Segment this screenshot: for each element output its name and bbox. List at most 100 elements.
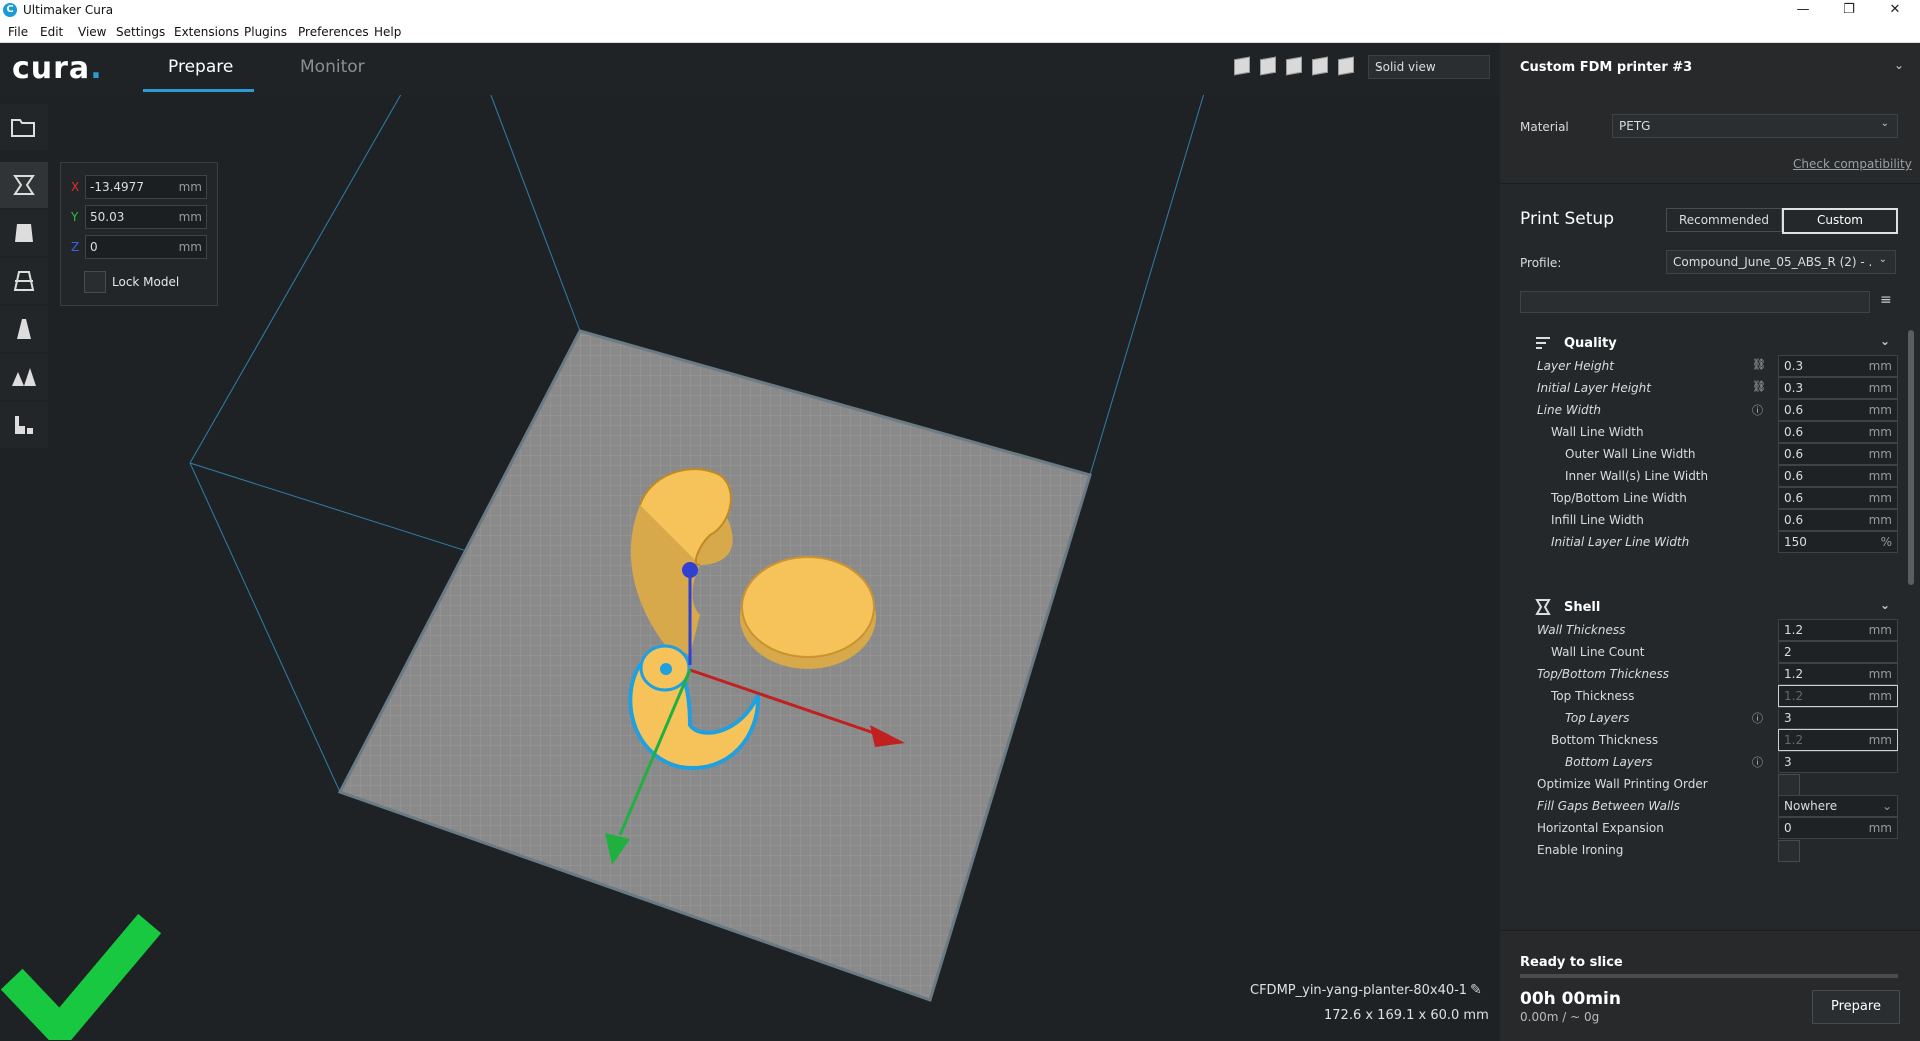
minimize-button[interactable]: —: [1780, 0, 1826, 20]
setting-input[interactable]: 1.2 mm: [1778, 729, 1898, 751]
setting-input[interactable]: 0.6 mm: [1778, 509, 1898, 531]
z-position-input[interactable]: 0 mm: [85, 235, 207, 259]
setting-input[interactable]: 3: [1778, 751, 1898, 773]
maximize-button[interactable]: ❐: [1826, 0, 1872, 20]
chevron-down-icon: ⌄: [1879, 598, 1890, 612]
title-bar: C Ultimaker Cura — ❐ ✕: [0, 0, 1920, 20]
front-view-icon[interactable]: [1260, 56, 1276, 76]
setting-label: Top Layers: [1565, 711, 1630, 725]
per-model-settings-icon: [12, 368, 36, 386]
setting-input[interactable]: 3: [1778, 707, 1898, 729]
link-icon[interactable]: ⛓: [1752, 358, 1766, 372]
setting-row: Top Thickness 1.2 mm: [1520, 685, 1900, 707]
setting-input[interactable]: 0.6 mm: [1778, 487, 1898, 509]
3d-view-icon[interactable]: [1234, 56, 1250, 76]
open-file-button[interactable]: [0, 104, 48, 150]
material-select[interactable]: PETG ⌄: [1612, 114, 1898, 138]
view-mode-select[interactable]: Solid view ⌄: [1368, 55, 1490, 79]
edit-name-icon[interactable]: ✎: [1470, 982, 1482, 998]
scale-tool-button[interactable]: [0, 210, 48, 256]
chevron-down-icon: ⌄: [1879, 334, 1890, 348]
check-compatibility-link[interactable]: Check compatibility: [1793, 157, 1912, 171]
link-icon[interactable]: ⛓: [1752, 380, 1766, 394]
tab-prepare[interactable]: Prepare: [168, 57, 233, 77]
open-file-icon: [11, 119, 35, 137]
mirror-tool-button[interactable]: [0, 306, 48, 352]
profile-select[interactable]: Compound_June_05_ABS_R (2) - ... ⌄: [1666, 250, 1896, 274]
model-disk[interactable]: [740, 556, 876, 669]
printer-name[interactable]: Custom FDM printer #3: [1520, 60, 1692, 75]
right-view-icon[interactable]: [1338, 56, 1354, 76]
info-icon[interactable]: ⓘ: [1752, 754, 1766, 769]
tab-monitor[interactable]: Monitor: [300, 57, 365, 77]
setting-input[interactable]: 0.6 mm: [1778, 399, 1898, 421]
menu-plugins[interactable]: Plugins: [244, 25, 287, 39]
setting-label: Layer Height: [1537, 359, 1614, 373]
menu-extensions[interactable]: Extensions: [174, 25, 239, 39]
setting-input[interactable]: 150%: [1778, 531, 1898, 553]
setting-checkbox[interactable]: [1778, 840, 1800, 862]
setting-input[interactable]: 2: [1778, 641, 1898, 663]
setting-input[interactable]: 0 mm: [1778, 817, 1898, 839]
success-checkmark-icon: [0, 913, 162, 1040]
prepare-button[interactable]: Prepare: [1812, 990, 1900, 1024]
setting-label: Enable Ironing: [1537, 843, 1624, 857]
info-icon[interactable]: ⓘ: [1752, 402, 1766, 417]
per-model-settings-button[interactable]: [0, 354, 48, 400]
setting-row: Bottom Thickness 1.2 mm: [1520, 729, 1900, 751]
menu-settings[interactable]: Settings: [116, 25, 165, 39]
support-blocker-icon: [15, 416, 33, 434]
top-view-icon[interactable]: [1286, 56, 1302, 76]
build-plate: [337, 329, 1092, 1002]
left-view-icon[interactable]: [1312, 56, 1328, 76]
setting-input[interactable]: 0.3 mm: [1778, 377, 1898, 399]
lock-model-checkbox[interactable]: [84, 271, 106, 293]
object-name: CFDMP_yin-yang-planter-80x40-1: [1250, 983, 1468, 998]
settings-search-input[interactable]: [1520, 291, 1870, 313]
menu-edit[interactable]: Edit: [40, 25, 63, 39]
setting-row: Wall Line Width 0.6 mm: [1520, 421, 1900, 443]
menu-help[interactable]: Help: [374, 25, 401, 39]
y-row: Y 50.03 mm: [71, 205, 211, 229]
setting-input[interactable]: 0.6 mm: [1778, 443, 1898, 465]
setting-label: Wall Line Count: [1551, 645, 1645, 659]
x-position-input[interactable]: -13.4977 mm: [85, 175, 207, 199]
category-shell[interactable]: Shell ⌄: [1520, 596, 1890, 620]
setting-row: Outer Wall Line Width 0.6 mm: [1520, 443, 1900, 465]
menu-bar: File Edit View Settings Extensions Plugi…: [0, 20, 1920, 43]
setting-row: Top/Bottom Line Width 0.6 mm: [1520, 487, 1900, 509]
setting-input[interactable]: 0.3 mm: [1778, 355, 1898, 377]
menu-preferences[interactable]: Preferences: [298, 25, 369, 39]
rotate-tool-icon: [13, 271, 35, 291]
slice-panel: [1500, 930, 1920, 1041]
move-tool-button[interactable]: [0, 162, 48, 208]
menu-view[interactable]: View: [78, 25, 106, 39]
close-button[interactable]: ✕: [1872, 0, 1918, 20]
settings-menu-icon[interactable]: ≡: [1880, 292, 1892, 308]
material-label: Material: [1520, 120, 1569, 134]
info-icon[interactable]: ⓘ: [1752, 710, 1766, 725]
z-axis-label: Z: [71, 240, 80, 254]
setting-input[interactable]: 0.6 mm: [1778, 421, 1898, 443]
setting-input[interactable]: 0.6 mm: [1778, 465, 1898, 487]
setting-input[interactable]: 1.2 mm: [1778, 663, 1898, 685]
object-dimensions: 172.6 x 169.1 x 60.0 mm: [1324, 1008, 1489, 1023]
chevron-down-icon[interactable]: ⌄: [1894, 58, 1904, 72]
category-quality[interactable]: Quality ⌄: [1520, 332, 1890, 356]
setting-label: Wall Thickness: [1537, 623, 1626, 637]
y-position-input[interactable]: 50.03 mm: [85, 205, 207, 229]
recommended-mode-button[interactable]: Recommended: [1666, 208, 1782, 232]
menu-file[interactable]: File: [8, 25, 28, 39]
3d-viewport[interactable]: [0, 95, 1500, 1040]
support-blocker-button[interactable]: [0, 402, 48, 448]
move-tool-icon: [13, 175, 35, 195]
setting-label: Outer Wall Line Width: [1565, 447, 1696, 461]
setting-checkbox[interactable]: [1778, 774, 1800, 796]
settings-scrollbar[interactable]: [1908, 330, 1914, 585]
custom-mode-button[interactable]: Custom: [1782, 208, 1898, 234]
rotate-tool-button[interactable]: [0, 258, 48, 304]
setting-input[interactable]: 1.2 mm: [1778, 619, 1898, 641]
setting-row: Layer Height ⛓ 0.3 mm: [1520, 355, 1900, 377]
setting-dropdown[interactable]: Nowhere ⌄: [1778, 795, 1898, 817]
setting-input[interactable]: 1.2 mm: [1778, 685, 1898, 707]
